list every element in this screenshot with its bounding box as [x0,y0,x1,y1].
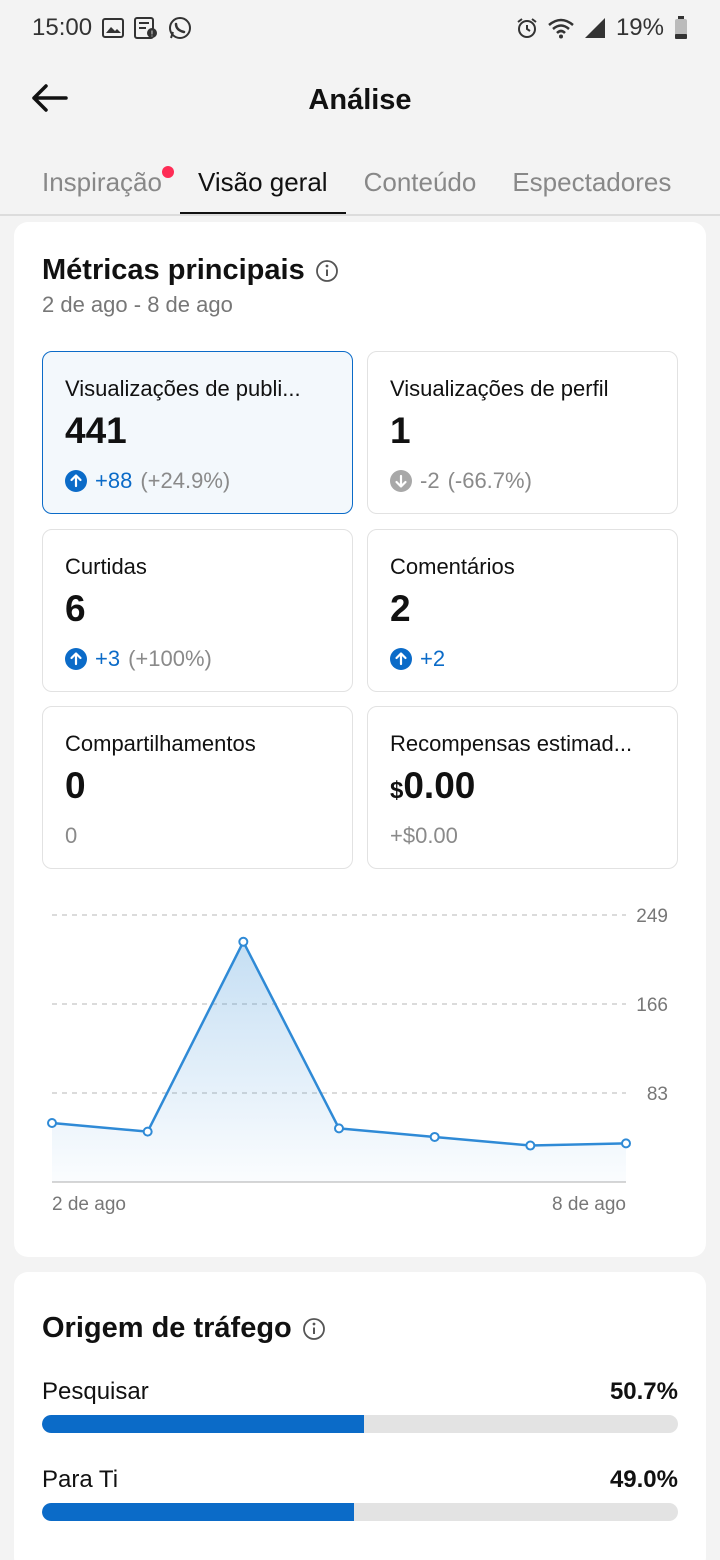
notification-dot [161,166,174,178]
metric-value: 1 [390,410,411,451]
tab-visao-geral[interactable]: Visão geral [179,150,346,214]
chart-y-tick-label: 83 [647,1084,668,1105]
app-header: Análise [0,60,720,140]
metric-card-profile-views[interactable]: Visualizações de perfil 1 -2 (-66.7%) [367,351,678,514]
metric-label: Visualizações de publi... [65,376,301,401]
chart-data-point [47,1118,57,1129]
traffic-label: Para Ti [42,1466,119,1493]
key-metrics-card: Métricas principais 2 de ago - 8 de ago … [14,222,706,1257]
metric-card-post-views[interactable]: Visualizações de publi... 441 +88 (+24.9… [42,351,353,514]
traffic-bar-fill [42,1503,354,1521]
battery-percent: 19% [615,14,664,41]
tab-label: Espectadores [512,167,672,197]
alarm-icon [516,17,538,39]
traffic-title: Origem de tráfego [42,1312,326,1345]
metric-change-percent: (+100%) [128,646,212,671]
metric-change: +$0.00 [390,823,458,849]
metric-card-shares[interactable]: Compartilhamentos 0 0 [42,706,353,869]
tab-label: Visão geral [197,167,328,197]
metric-change-value: 0 [65,823,78,848]
tab-conteudo[interactable]: Conteúdo [346,150,495,214]
currency-symbol: $ [390,777,404,804]
chart-data-point [238,936,249,947]
status-bar-left: 15:00 ! [32,14,192,42]
chart-series-line [51,940,627,1147]
news-icon: ! [134,17,158,39]
traffic-row-for-you: Para Ti 49.0% [42,1466,678,1521]
wifi-icon [548,17,574,39]
chart-x-tick-label: 2 de ago [52,1194,126,1215]
traffic-row-search: Pesquisar 50.7% [42,1378,678,1433]
arrow-down-circle-icon [390,470,412,492]
info-icon[interactable] [315,259,339,283]
status-time: 15:00 [32,14,93,41]
tab-inspiracao[interactable]: Inspiração [24,150,180,214]
page-title: Análise [308,83,412,116]
metric-value: 6 [65,588,86,629]
metric-change-value: -2 [420,468,440,493]
metric-change-percent: (-66.7%) [447,468,532,493]
metric-card-comments[interactable]: Comentários 2 +2 [367,529,678,692]
metric-change: +3 (+100%) [65,646,212,672]
chart-y-tick-label: 249 [636,906,668,927]
metric-change-value: +$0.00 [390,823,458,848]
arrow-up-circle-icon [390,648,412,670]
metric-change-value: +3 [95,646,121,671]
metric-change-percent: (+24.9%) [140,468,231,493]
traffic-bar-track [42,1503,678,1521]
chart-data-point [621,1138,631,1149]
section-title-text: Métricas principais [42,254,305,286]
metric-value-number: 0.00 [403,765,476,806]
battery-icon [674,16,688,40]
whatsapp-icon [168,16,192,40]
svg-text:!: ! [150,30,153,39]
metric-change: +2 [390,646,445,672]
metric-label: Recompensas estimad... [390,731,633,756]
back-arrow-icon [30,82,70,119]
metric-change-value: +88 [95,468,133,493]
metric-value: 441 [65,410,127,451]
status-bar: 15:00 ! 19% [0,0,720,56]
info-icon[interactable] [302,1317,326,1341]
metric-change: 0 [65,823,77,849]
chart-data-point [142,1126,153,1137]
chart-y-tick-label: 166 [636,995,668,1016]
metric-label: Compartilhamentos [65,731,256,756]
chart-data-point [429,1131,440,1142]
tab-label: Conteúdo [363,167,477,197]
metric-value: $0.00 [390,765,475,807]
metric-change: -2 (-66.7%) [390,468,532,494]
traffic-percent: 50.7% [609,1378,678,1405]
date-range: 2 de ago - 8 de ago [42,292,233,317]
metric-change-value: +2 [420,646,446,671]
traffic-source-card: Origem de tráfego Pesquisar 50.7% Para T… [14,1272,706,1560]
traffic-bar-fill [42,1415,365,1433]
back-button[interactable] [26,78,74,122]
post-views-chart: 83 166 249 2 de ago 8 de ago [47,906,668,1215]
metric-label: Curtidas [65,554,147,579]
metric-label: Comentários [390,554,515,579]
traffic-bar-track [42,1415,678,1433]
traffic-percent: 49.0% [609,1466,678,1493]
signal-icon [584,17,606,39]
tab-label: Inspiração [42,167,162,197]
chart-data-point [334,1123,344,1134]
tab-bar: Inspiração Visão geral Conteúdo Espectad… [0,150,720,216]
chart-x-tick-label: 8 de ago [552,1194,626,1215]
metric-value: 0 [65,765,86,806]
metric-card-rewards[interactable]: Recompensas estimad... $0.00 +$0.00 [367,706,678,869]
key-metrics-title: Métricas principais [42,254,339,287]
traffic-label: Pesquisar [42,1378,149,1405]
arrow-up-circle-icon [65,648,87,670]
metric-value: 2 [390,588,411,629]
status-bar-right: 19% [516,14,688,42]
metric-label: Visualizações de perfil [390,376,609,401]
chart-data-point [525,1140,536,1151]
metric-card-likes[interactable]: Curtidas 6 +3 (+100%) [42,529,353,692]
arrow-up-circle-icon [65,470,87,492]
image-icon [102,18,125,38]
metric-change: +88 (+24.9%) [65,468,230,494]
tab-espectadores[interactable]: Espectadores [494,150,689,214]
section-title-text: Origem de tráfego [42,1312,292,1344]
